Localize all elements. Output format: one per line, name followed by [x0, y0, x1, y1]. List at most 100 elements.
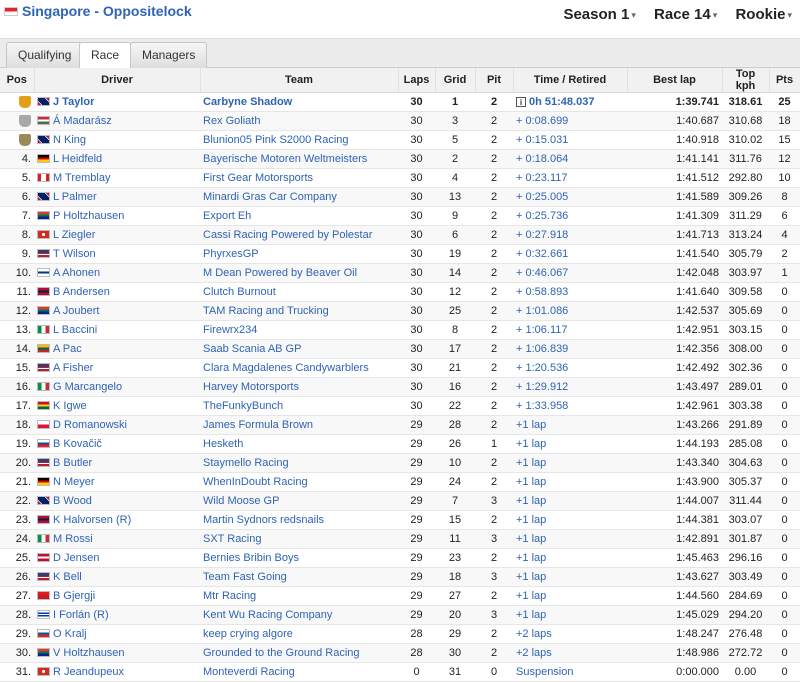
info-icon[interactable]: i: [516, 97, 526, 107]
team-link[interactable]: TheFunkyBunch: [203, 400, 283, 412]
team-link[interactable]: PhyrxesGP: [203, 248, 259, 260]
driver-link[interactable]: J Taylor: [53, 96, 94, 108]
driver-link[interactable]: B Gjergji: [53, 590, 95, 602]
col-laps-header[interactable]: Laps: [398, 68, 436, 93]
team-link[interactable]: Minardi Gras Car Company: [203, 191, 337, 203]
team-link[interactable]: Clutch Burnout: [203, 286, 276, 298]
pit-cell: 2: [475, 111, 513, 131]
team-link[interactable]: Monteverdi Racing: [203, 666, 295, 678]
team-link[interactable]: keep crying algore: [203, 628, 293, 640]
driver-link[interactable]: M Tremblay: [53, 172, 110, 184]
points-cell: 0: [769, 567, 800, 587]
col-time-header[interactable]: Time / Retired: [513, 68, 628, 93]
team-link[interactable]: Cassi Racing Powered by Polestar: [203, 229, 372, 241]
driver-link[interactable]: R Jeandupeux: [53, 666, 124, 678]
position-label: 8.: [21, 229, 31, 241]
team-link[interactable]: M Dean Powered by Beaver Oil: [203, 267, 357, 279]
col-team-header[interactable]: Team: [200, 68, 399, 93]
col-bestlap-header[interactable]: Best lap: [627, 68, 723, 93]
team-cell: Mtr Racing: [200, 586, 398, 606]
team-link[interactable]: Blunion05 Pink S2000 Racing: [203, 134, 349, 146]
season-dropdown[interactable]: Season 1 ▾: [563, 6, 635, 23]
tab-bar: Qualifying Race Managers: [0, 38, 800, 69]
col-pos-header[interactable]: Pos: [0, 68, 35, 93]
position-cell: 17.: [0, 396, 34, 416]
driver-link[interactable]: N King: [53, 134, 86, 146]
driver-link[interactable]: B Wood: [53, 495, 92, 507]
team-link[interactable]: Rex Goliath: [203, 115, 260, 127]
driver-link[interactable]: A Pac: [53, 343, 82, 355]
driver-link[interactable]: K Bell: [53, 571, 82, 583]
grid-cell: 7: [435, 491, 475, 511]
country-link[interactable]: Singapore: [22, 3, 90, 19]
team-cell: James Formula Brown: [200, 415, 398, 435]
col-driver-header[interactable]: Driver: [34, 68, 201, 93]
driver-link[interactable]: O Kralj: [53, 628, 87, 640]
driver-link[interactable]: A Ahonen: [53, 267, 100, 279]
team-link[interactable]: Harvey Motorsports: [203, 381, 299, 393]
team-link[interactable]: Kent Wu Racing Company: [203, 609, 332, 621]
laps-cell: 29: [398, 567, 435, 587]
driver-link[interactable]: M Rossi: [53, 533, 93, 545]
team-link[interactable]: TAM Racing and Trucking: [203, 305, 329, 317]
team-link[interactable]: Firewrx234: [203, 324, 257, 336]
division-dropdown[interactable]: Rookie ▾: [735, 6, 792, 23]
driver-link[interactable]: N Meyer: [53, 476, 95, 488]
pit-cell: 2: [475, 377, 513, 397]
driver-link[interactable]: Á Madarász: [53, 115, 112, 127]
driver-link[interactable]: D Romanowski: [53, 419, 127, 431]
points-cell: 2: [769, 244, 800, 264]
points-cell: 0: [769, 472, 800, 492]
team-link[interactable]: Saab Scania AB GP: [203, 343, 301, 355]
time-cell: +1 lap: [513, 472, 627, 492]
league-link[interactable]: Oppositelock: [103, 3, 192, 19]
position-label: 9.: [21, 248, 31, 260]
team-link[interactable]: Bayerische Motoren Weltmeisters: [203, 153, 367, 165]
team-link[interactable]: Bernies Bribin Boys: [203, 552, 299, 564]
driver-link[interactable]: L Heidfeld: [53, 153, 102, 165]
team-link[interactable]: First Gear Motorsports: [203, 172, 313, 184]
driver-link[interactable]: B Andersen: [53, 286, 110, 298]
driver-link[interactable]: L Ziegler: [53, 229, 95, 241]
team-link[interactable]: Team Fast Going: [203, 571, 287, 583]
team-link[interactable]: Wild Moose GP: [203, 495, 279, 507]
driver-cell: Á Madarász: [34, 111, 200, 131]
team-link[interactable]: Carbyne Shadow: [203, 96, 292, 108]
driver-link[interactable]: K Igwe: [53, 400, 87, 412]
race-dropdown[interactable]: Race 14 ▾: [654, 6, 717, 23]
team-link[interactable]: Staymello Racing: [203, 457, 289, 469]
driver-link[interactable]: V Holtzhausen: [53, 647, 125, 659]
col-topkph-header[interactable]: Top kph: [722, 68, 770, 93]
team-link[interactable]: James Formula Brown: [203, 419, 313, 431]
team-link[interactable]: Martin Sydnors redsnails: [203, 514, 324, 526]
team-link[interactable]: Grounded to the Ground Racing: [203, 647, 360, 659]
team-link[interactable]: SXT Racing: [203, 533, 262, 545]
team-link[interactable]: Clara Magdalenes Candywarblers: [203, 362, 369, 374]
best-lap-cell: 1:44.381: [627, 510, 722, 530]
col-pit-header[interactable]: Pit: [475, 68, 514, 93]
team-link[interactable]: Hesketh: [203, 438, 243, 450]
team-link[interactable]: Export Eh: [203, 210, 251, 222]
position-label: 13.: [15, 324, 31, 336]
driver-link[interactable]: B Butler: [53, 457, 92, 469]
driver-link[interactable]: K Halvorsen (R): [53, 514, 131, 526]
tab-race[interactable]: Race: [79, 42, 132, 69]
driver-link[interactable]: L Baccini: [53, 324, 97, 336]
position-label: 19.: [15, 438, 31, 450]
driver-link[interactable]: D Jensen: [53, 552, 99, 564]
driver-cell: B Gjergji: [34, 586, 200, 606]
driver-link[interactable]: L Palmer: [53, 191, 97, 203]
tab-qualifying[interactable]: Qualifying: [6, 42, 84, 68]
team-link[interactable]: Mtr Racing: [203, 590, 256, 602]
col-grid-header[interactable]: Grid: [435, 68, 476, 93]
col-pts-header[interactable]: Pts: [769, 68, 800, 93]
driver-link[interactable]: T Wilson: [53, 248, 96, 260]
driver-link[interactable]: A Fisher: [53, 362, 93, 374]
driver-link[interactable]: P Holtzhausen: [53, 210, 124, 222]
team-link[interactable]: WhenInDoubt Racing: [203, 476, 308, 488]
driver-link[interactable]: G Marcangelo: [53, 381, 122, 393]
driver-link[interactable]: B Kovačič: [53, 438, 102, 450]
driver-link[interactable]: I Forlán (R): [53, 609, 109, 621]
driver-link[interactable]: A Joubert: [53, 305, 99, 317]
tab-managers[interactable]: Managers: [130, 42, 208, 68]
